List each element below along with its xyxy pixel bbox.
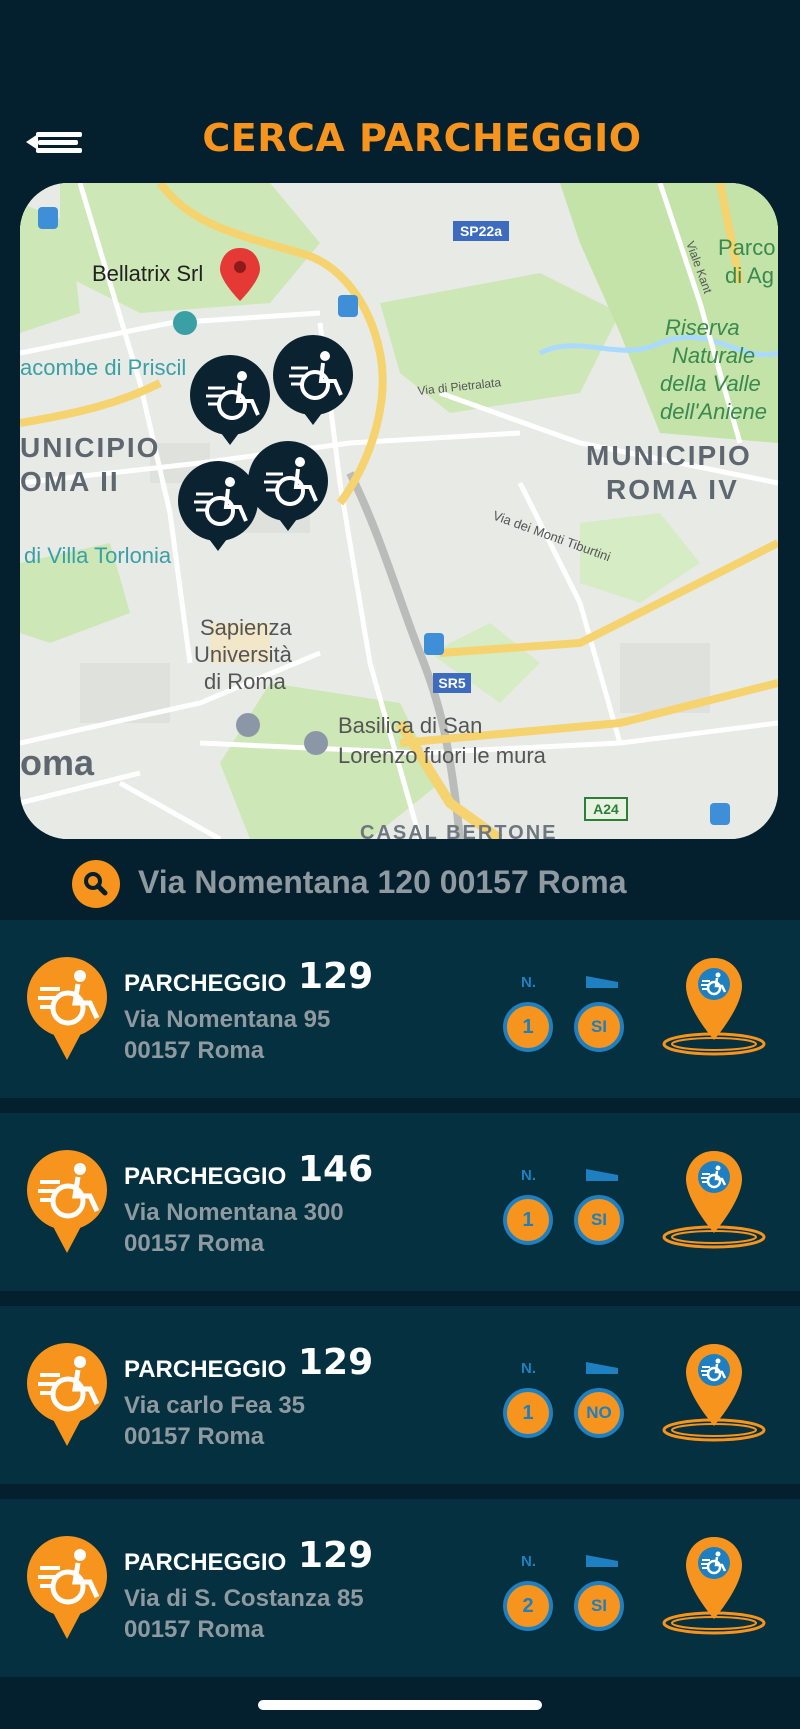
parking-city: 00157 Roma <box>124 1616 265 1643</box>
map-label-basilica-2: Lorenzo fuori le mura <box>338 743 547 768</box>
wheelchair-pin-icon <box>27 957 107 1060</box>
map-label-municipio2-1: UNICIPIO <box>20 432 160 463</box>
map-label-sr5: SR5 <box>438 675 465 691</box>
parking-name: PARCHEGGIO <box>124 1549 287 1576</box>
search-icon <box>84 872 108 896</box>
map-label-casal: CASAL BERTONE <box>360 822 558 839</box>
parking-item[interactable]: PARCHEGGIO 129 Via carlo Fea 35 00157 Ro… <box>0 1306 800 1484</box>
map-label-a24: A24 <box>593 801 619 817</box>
parking-street: Via carlo Fea 35 <box>124 1392 306 1419</box>
ramp-badge: NO <box>574 1388 624 1438</box>
header: CERCA PARCHEGGIO <box>0 0 800 180</box>
search-input[interactable]: Via Nomentana 120 00157 Roma <box>138 864 627 901</box>
map-label-sapienza-2: Università <box>194 642 293 667</box>
parking-city: 00157 Roma <box>124 1423 265 1450</box>
map-label-sp22a: SP22a <box>460 223 502 239</box>
navigate-pin-icon[interactable] <box>660 956 768 1064</box>
parking-number: 129 <box>298 956 374 997</box>
parking-number: 146 <box>298 1149 374 1190</box>
ramp-icon <box>586 976 618 988</box>
ramp-icon <box>586 1555 618 1567</box>
count-label: N. <box>521 1360 536 1377</box>
ramp-icon <box>586 1362 618 1374</box>
wheelchair-pin-icon <box>27 1343 107 1446</box>
spaces-count-badge: 1 <box>503 1388 553 1438</box>
parking-address: Via Nomentana 95 00157 Roma <box>124 1004 330 1066</box>
parking-item[interactable]: PARCHEGGIO 129 Via Nomentana 95 00157 Ro… <box>0 920 800 1098</box>
ramp-badge: SI <box>574 1002 624 1052</box>
spaces-count-badge: 1 <box>503 1195 553 1245</box>
parking-number: 129 <box>298 1535 374 1576</box>
parking-street: Via Nomentana 300 <box>124 1199 344 1226</box>
map-view[interactable]: SP22a SR5 A24 Bellatrix Srl Parco di Ag … <box>20 183 778 839</box>
parking-name: PARCHEGGIO <box>124 1356 287 1383</box>
home-indicator[interactable] <box>258 1700 542 1710</box>
map-label-parco-1: Parco <box>718 235 775 260</box>
search-button[interactable] <box>72 860 120 908</box>
search-bar[interactable]: Via Nomentana 120 00157 Roma <box>72 858 772 910</box>
page-title: CERCA PARCHEGGIO <box>202 116 642 160</box>
count-label: N. <box>521 1167 536 1184</box>
map-label-parco-2: di Ag <box>725 263 774 288</box>
parking-name: PARCHEGGIO <box>124 1163 287 1190</box>
map-label-catacombe: acombe di Priscil <box>20 355 186 380</box>
parking-item[interactable]: PARCHEGGIO 146 Via Nomentana 300 00157 R… <box>0 1113 800 1291</box>
wheelchair-pin-icon <box>27 1536 107 1639</box>
map-label-riserva-4: dell'Aniene <box>660 399 767 424</box>
parking-city: 00157 Roma <box>124 1230 265 1257</box>
map-label-riserva-3: della Valle <box>660 371 761 396</box>
count-label: N. <box>521 974 536 991</box>
parking-number: 129 <box>298 1342 374 1383</box>
map-label-sapienza-1: Sapienza <box>200 615 293 640</box>
map-label-sapienza-3: di Roma <box>204 669 287 694</box>
spaces-count-badge: 1 <box>503 1002 553 1052</box>
map-label-municipio4-2: ROMA IV <box>606 474 739 505</box>
parking-address: Via Nomentana 300 00157 Roma <box>124 1197 344 1259</box>
ramp-icon <box>586 1169 618 1181</box>
navigate-pin-icon[interactable] <box>660 1535 768 1643</box>
ramp-badge: SI <box>574 1581 624 1631</box>
map-label-municipio4-1: MUNICIPIO <box>586 440 752 471</box>
ramp-badge: SI <box>574 1195 624 1245</box>
navigate-pin-icon[interactable] <box>660 1342 768 1450</box>
map-label-riserva-1: Riserva <box>665 315 740 340</box>
navigate-pin-icon[interactable] <box>660 1149 768 1257</box>
count-label: N. <box>521 1553 536 1570</box>
map-label-riserva-2: Naturale <box>672 343 755 368</box>
parking-address: Via carlo Fea 35 00157 Roma <box>124 1390 305 1452</box>
parking-item[interactable]: PARCHEGGIO 129 Via di S. Costanza 85 001… <box>0 1499 800 1677</box>
map-label-basilica-1: Basilica di San <box>338 713 482 738</box>
parking-address: Via di S. Costanza 85 00157 Roma <box>124 1583 364 1645</box>
map-label-bellatrix: Bellatrix Srl <box>92 261 203 286</box>
parking-name: PARCHEGGIO <box>124 970 287 997</box>
spaces-count-badge: 2 <box>503 1581 553 1631</box>
map-label-roma: oma <box>20 742 95 783</box>
map-label-municipio2-2: OMA II <box>20 466 120 497</box>
map-label-villa-torlonia: di Villa Torlonia <box>24 543 172 568</box>
parking-street: Via Nomentana 95 <box>124 1006 331 1033</box>
wheelchair-pin-icon <box>27 1150 107 1253</box>
parking-street: Via di S. Costanza 85 <box>124 1585 364 1612</box>
parking-city: 00157 Roma <box>124 1037 265 1064</box>
